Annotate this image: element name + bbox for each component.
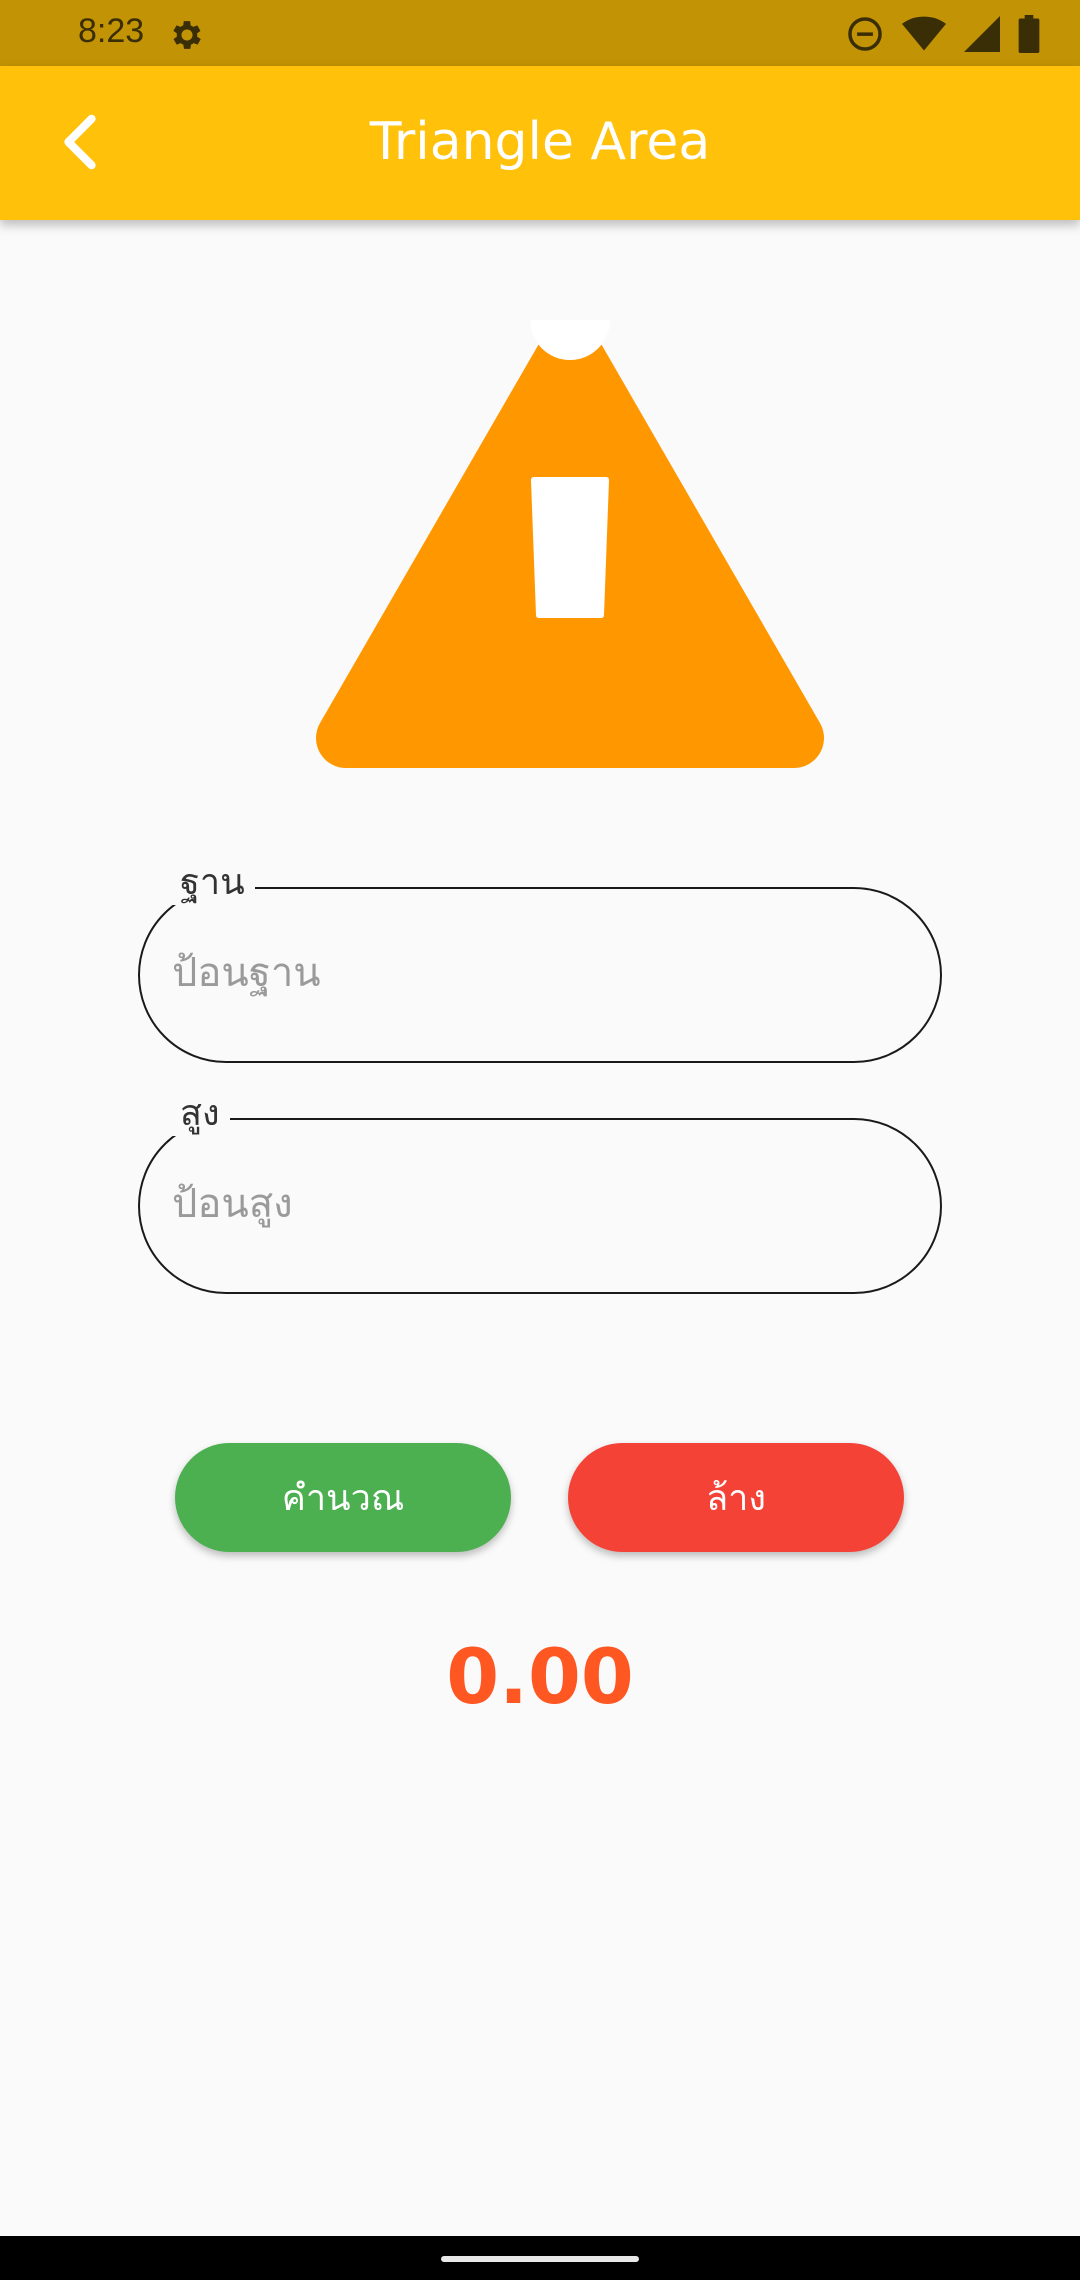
base-input-field[interactable]: ฐาน ป้อนฐาน: [138, 861, 942, 1063]
status-bar: 8:23: [0, 0, 1080, 66]
height-input-placeholder[interactable]: ป้อนสูง: [172, 1176, 293, 1232]
height-field-label: สูง: [170, 1092, 230, 1136]
base-field-label: ฐาน: [170, 861, 255, 905]
result-value: 0.00: [446, 1632, 634, 1721]
do-not-disturb-icon: [848, 17, 882, 51]
page-title: Triangle Area: [369, 112, 711, 172]
status-time: 8:23: [78, 12, 145, 50]
height-input-field[interactable]: สูง ป้อนสูง: [138, 1092, 942, 1294]
home-gesture-handle[interactable]: [441, 2256, 639, 2262]
clear-button[interactable]: ล้าง: [568, 1443, 904, 1552]
warning-triangle-icon: [316, 320, 824, 768]
status-icons: [846, 14, 1040, 54]
navigation-bar: [0, 2236, 1080, 2280]
base-input-placeholder[interactable]: ป้อนฐาน: [172, 945, 321, 1001]
settings-gear-icon: [173, 21, 201, 49]
battery-icon: [1018, 15, 1040, 53]
calculate-button[interactable]: คำนวณ: [175, 1443, 511, 1552]
cell-signal-icon: [964, 16, 1000, 52]
wifi-icon: [902, 16, 946, 51]
app-bar: Triangle Area: [0, 66, 1080, 220]
